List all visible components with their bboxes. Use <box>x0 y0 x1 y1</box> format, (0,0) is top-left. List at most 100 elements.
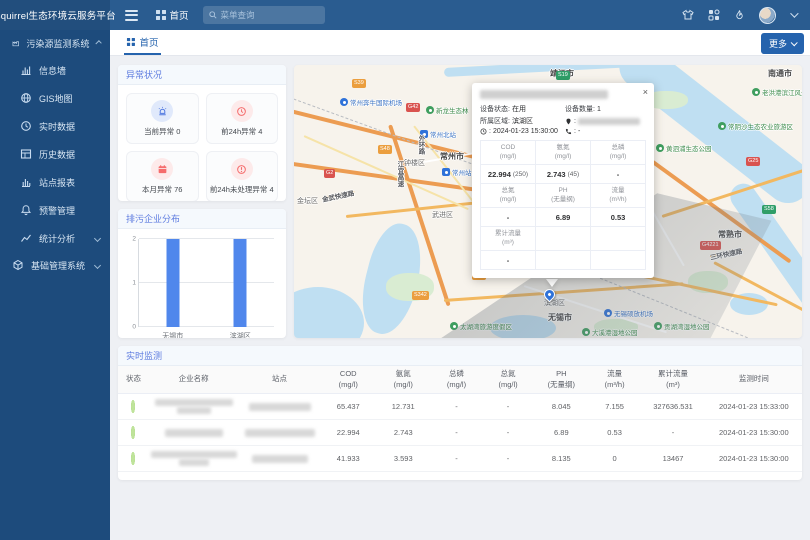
road-shield: S342 <box>412 291 429 300</box>
station-poi-icon <box>442 168 450 176</box>
sidebar-section-basic[interactable]: 基础管理系统 <box>0 252 110 278</box>
calendar-icon <box>151 158 173 180</box>
nav-home-label: 首页 <box>170 8 189 22</box>
panel-title: 异常状况 <box>118 65 286 85</box>
top-header: Squirrel生态环境云服务平台 首页 <box>0 0 810 30</box>
monitor-table: 状态 企业名称 站点 COD(mg/l) 氨氮(mg/l) 总磷(mg/l) 总… <box>118 366 802 472</box>
factory-icon <box>12 37 19 49</box>
exclamation-circle-icon <box>231 158 253 180</box>
map-label: 无锡市 <box>548 312 572 323</box>
status-dot-normal <box>131 426 135 439</box>
road-shield: S19 <box>556 71 570 80</box>
clock-icon <box>20 120 32 132</box>
globe-icon <box>20 92 32 104</box>
chevron-down-icon <box>791 39 798 46</box>
panel-title: 实时监测 <box>118 346 802 366</box>
park-poi-icon <box>450 322 458 330</box>
tab-bar: 首页 更多 <box>110 30 810 56</box>
popup-phone-value: - <box>578 128 580 135</box>
lake-taihu <box>294 287 364 338</box>
card-month-abnormal[interactable]: 本月异常 76 <box>126 151 199 201</box>
redacted-address <box>578 118 640 125</box>
road-shield: G42 <box>406 103 420 112</box>
x-axis-label: 无锡市 <box>162 331 183 338</box>
map-label: 无锡硕放机场 <box>604 308 653 318</box>
dashboard-content: 异常状况 当前异常 0 前24h异常 4 <box>110 57 810 540</box>
road-shield: G25 <box>746 157 760 166</box>
card-value: 4 <box>258 127 262 136</box>
close-icon[interactable]: × <box>643 87 648 97</box>
popup-metrics-table: COD(mg/l) 氨氮(mg/l) 总磷(mg/l) 22.994(250) … <box>480 140 646 270</box>
chevron-down-icon[interactable] <box>790 9 798 17</box>
panel-title: 排污企业分布 <box>118 209 286 229</box>
report-chart-icon <box>20 176 32 188</box>
search-icon <box>209 11 217 19</box>
river-top <box>444 65 634 77</box>
menu-search[interactable] <box>203 6 325 24</box>
search-input[interactable] <box>221 10 311 20</box>
theme-shirt-icon[interactable] <box>682 9 694 21</box>
map-label: 黄泗浦生态公园 <box>656 143 712 153</box>
bar-chart: 012无锡市滨湖区 <box>126 235 278 338</box>
popup-pointer <box>546 279 558 287</box>
y-axis-tick: 0 <box>132 324 136 331</box>
caret-up-icon <box>95 40 101 46</box>
abnormal-status-panel: 异常状况 当前异常 0 前24h异常 4 <box>118 65 286 201</box>
map-label: 常州奔牛国际机场 <box>340 97 402 107</box>
sidebar-item-realtime-data[interactable]: 实时数据 <box>0 112 110 140</box>
gridline <box>139 238 274 239</box>
card-value: 76 <box>174 185 182 194</box>
table-row[interactable]: 22.9942.743--6.890.53-2024-01-23 15:30:0… <box>118 420 802 446</box>
layout-icon[interactable] <box>708 9 720 21</box>
sidebar-item-alert-management[interactable]: 预警管理 <box>0 196 110 224</box>
card-current-abnormal[interactable]: 当前异常 0 <box>126 93 199 144</box>
device-count-value: 1 <box>597 106 601 113</box>
park-poi-icon <box>752 88 760 96</box>
map-label: 太湖湾旅游度假区 <box>450 321 512 331</box>
table-row[interactable]: 65.43712.731--8.0457.155327636.5312024-0… <box>118 394 802 420</box>
more-button[interactable]: 更多 <box>761 33 804 54</box>
card-24h-unhandled[interactable]: 前24h未处理异常 4 <box>206 151 279 201</box>
hamburger-menu-icon[interactable] <box>116 10 146 21</box>
flame-icon[interactable] <box>734 9 745 21</box>
sidebar-section-pollution[interactable]: 污染源监测系统 <box>0 30 110 56</box>
map-label: 外环路 <box>415 135 425 155</box>
sidebar-item-gis-map[interactable]: GIS地图 <box>0 84 110 112</box>
card-24h-abnormal[interactable]: 前24h异常 4 <box>206 93 279 144</box>
popup-time-value: 2024-01-23 15:30:00 <box>493 128 558 135</box>
chart-bar <box>234 239 247 327</box>
sidebar-item-station-report[interactable]: 站点报表 <box>0 168 110 196</box>
table-row[interactable]: 41.9333.593--8.1350134672024-01-23 15:30… <box>118 446 802 472</box>
nav-home[interactable]: 首页 <box>156 8 189 22</box>
card-value: 0 <box>176 127 180 136</box>
chart-bar <box>166 239 179 327</box>
y-axis-tick: 1 <box>132 280 136 287</box>
trend-icon <box>20 232 32 244</box>
device-info-popup: × 设备状态:在用 设备数量:1 所属区域:滨湖区 : :2024-01-23 … <box>472 83 654 278</box>
redacted-company-name <box>480 90 608 99</box>
region-value: 滨湖区 <box>512 116 533 126</box>
map-label: 金武快速路 <box>322 190 354 200</box>
caret-down-icon <box>94 234 101 241</box>
table-icon <box>20 148 32 160</box>
info-wall-icon <box>20 64 32 76</box>
cube-icon <box>12 259 24 271</box>
clock-alert-icon <box>231 100 253 122</box>
road-shield: S58 <box>762 205 776 214</box>
sidebar-item-history-data[interactable]: 历史数据 <box>0 140 110 168</box>
tab-home[interactable]: 首页 <box>124 30 161 55</box>
y-axis-tick: 2 <box>132 236 136 243</box>
sidebar-item-statistics[interactable]: 统计分析 <box>0 224 110 252</box>
map-label: 贡湖湾湿地公园 <box>654 321 710 331</box>
clock-icon <box>480 128 487 135</box>
park-poi-icon <box>654 322 662 330</box>
park-poi-icon <box>718 122 726 130</box>
device-status-value: 在用 <box>512 104 526 114</box>
user-avatar[interactable] <box>759 7 776 24</box>
redacted-company-name <box>155 399 233 406</box>
road-shield: G2 <box>324 169 335 178</box>
map-label: 南通市 <box>768 68 792 79</box>
app-logo: Squirrel生态环境云服务平台 <box>0 0 110 30</box>
sidebar-item-info-wall[interactable]: 信息墙 <box>0 56 110 84</box>
road-shield: S48 <box>378 145 392 154</box>
